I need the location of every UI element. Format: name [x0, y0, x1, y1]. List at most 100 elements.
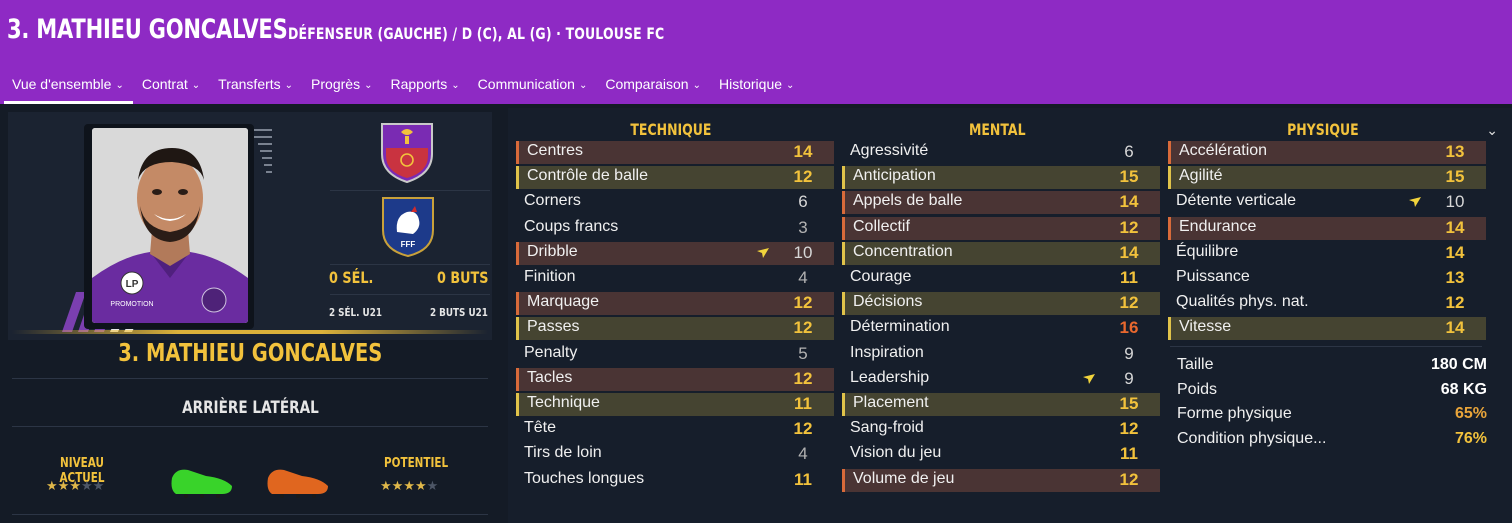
attribute-row[interactable]: Anticipation 15	[842, 166, 1160, 190]
divider	[330, 190, 490, 191]
tab-label: Progrès	[311, 76, 361, 92]
trend-up-arrow-icon	[1083, 373, 1095, 384]
chevron-down-icon: ⌄	[786, 80, 795, 91]
attribute-row[interactable]: Qualités phys. nat. 12	[1168, 292, 1486, 315]
attribute-row[interactable]: Finition 4	[516, 267, 834, 290]
attribute-value: 12	[793, 293, 813, 313]
attribute-row[interactable]: Agilité 15	[1168, 166, 1486, 190]
mental-heading: MENTAL	[834, 120, 1160, 139]
attribute-row[interactable]: Collectif 12	[842, 216, 1160, 240]
attribute-row[interactable]: Courage 11	[842, 267, 1160, 290]
chevron-down-icon[interactable]: ⌄	[1486, 122, 1498, 139]
attribute-label: Vitesse	[1179, 318, 1232, 336]
attribute-row[interactable]: Coups francs 3	[516, 217, 834, 240]
attribute-row[interactable]: Tête 12	[516, 418, 834, 441]
attribute-row[interactable]: Contrôle de balle 12	[516, 166, 834, 190]
physical-detail-label: Poids	[1177, 380, 1218, 398]
attributes-panel: TECHNIQUE Centres 14 Contrôle de balle 12 Co…	[508, 108, 1512, 523]
attribute-row[interactable]: Tacles 12	[516, 367, 834, 391]
tab-communication[interactable]: Communication ⌄	[469, 66, 597, 104]
attribute-row[interactable]: Endurance 14	[1168, 216, 1486, 240]
attribute-label: Courage	[850, 268, 912, 285]
attribute-value: 9	[1124, 368, 1134, 388]
attribute-row[interactable]: Dribble 10	[516, 241, 834, 265]
attribute-label: Appels de balle	[853, 192, 963, 210]
attribute-label: Puissance	[1176, 268, 1250, 285]
divider	[330, 294, 490, 295]
attribute-row[interactable]: Vitesse 14	[1168, 317, 1486, 341]
attribute-value: 15	[1119, 394, 1139, 413]
attribute-row[interactable]: Détermination 16	[842, 317, 1160, 340]
attribute-row[interactable]: Puissance 13	[1168, 267, 1486, 290]
fff-rooster-crest-icon[interactable]: FFF	[377, 192, 439, 258]
star-icon: ★	[80, 478, 93, 493]
attribute-label: Volume de jeu	[853, 469, 955, 487]
attribute-label: Tacles	[527, 368, 573, 386]
trend-up-arrow-icon	[1409, 197, 1421, 208]
attribute-label: Endurance	[1179, 217, 1257, 235]
potential-ability-stars: ★★★★★	[380, 478, 438, 494]
name-underline	[12, 330, 488, 334]
attribute-row[interactable]: Détente verticale 10	[1168, 191, 1486, 214]
attribute-value: 4	[798, 268, 808, 287]
attribute-value: 13	[1445, 268, 1465, 287]
player-subtitle: DÉFENSEUR (GAUCHE) / D (C), AL (G) · TOU…	[288, 24, 665, 43]
attribute-label: Agilité	[1179, 167, 1223, 185]
attribute-row[interactable]: Équilibre 14	[1168, 242, 1486, 265]
divider	[1170, 346, 1482, 347]
attribute-row[interactable]: Passes 12	[516, 317, 834, 341]
technical-heading: TECHNIQUE	[508, 120, 834, 139]
tab-label: Historique	[718, 76, 783, 92]
attribute-row[interactable]: Vision du jeu 11	[842, 443, 1160, 466]
attribute-row[interactable]: Corners 6	[516, 191, 834, 214]
attribute-label: Penalty	[524, 343, 578, 361]
tab-history[interactable]: Historique ⌄	[710, 66, 803, 104]
attribute-row[interactable]: Technique 11	[516, 393, 834, 416]
attribute-row[interactable]: Tirs de loin 4	[516, 443, 834, 466]
physical-detail-row: Poids 68 KG	[1177, 381, 1487, 403]
attribute-value: 14	[1445, 217, 1465, 237]
player-role: ARRIÈRE LATÉRAL	[0, 398, 500, 418]
player-portrait-image: LP PROMOTION	[92, 128, 248, 323]
attribute-row[interactable]: Inspiration 9	[842, 343, 1160, 366]
chevron-down-icon: ⌄	[692, 80, 701, 91]
attribute-row[interactable]: Accélération 13	[1168, 141, 1486, 164]
attribute-label: Corners	[524, 192, 581, 210]
attribute-row[interactable]: Décisions 12	[842, 292, 1160, 316]
attribute-row[interactable]: Marquage 12	[516, 292, 834, 316]
tab-overview[interactable]: Vue d'ensemble ⌄	[0, 66, 133, 104]
attribute-row[interactable]: Appels de balle 14	[842, 191, 1160, 215]
football-boot-icon	[171, 469, 232, 498]
attribute-value: 10	[1445, 192, 1465, 212]
attribute-row[interactable]: Leadership 9	[842, 368, 1160, 391]
tab-contract[interactable]: Contrat ⌄	[133, 66, 209, 104]
tab-comparison[interactable]: Comparaison ⌄	[596, 66, 710, 104]
attribute-label: Leadership	[850, 368, 930, 386]
chevron-down-icon: ⌄	[451, 80, 460, 91]
page-header: 3. MATHIEU GONCALVES DÉFENSEUR (GAUCHE) …	[0, 0, 1512, 104]
caps-count: 0 SÉL.	[329, 268, 374, 287]
attribute-label: Passes	[527, 318, 580, 336]
mental-heading-text: MENTAL	[968, 120, 1026, 139]
attribute-value: 12	[1445, 293, 1465, 313]
attribute-row[interactable]: Concentration 14	[842, 241, 1160, 265]
tab-transfers[interactable]: Transferts ⌄	[209, 66, 302, 104]
attribute-row[interactable]: Agressivité 6	[842, 141, 1160, 164]
attribute-value: 11	[1120, 268, 1138, 287]
attribute-label: Détermination	[850, 318, 950, 336]
toulouse-fc-crest-icon[interactable]	[376, 118, 438, 184]
attribute-row[interactable]: Placement 15	[842, 393, 1160, 416]
attribute-label: Centres	[527, 142, 584, 159]
attribute-value: 11	[794, 469, 812, 489]
physical-heading: PHYSIQUE	[1160, 120, 1486, 139]
tab-reports[interactable]: Rapports ⌄	[381, 66, 468, 104]
attribute-value: 12	[1119, 217, 1139, 237]
attribute-row[interactable]: Centres 14	[516, 141, 834, 164]
attribute-row[interactable]: Touches longues 11	[516, 469, 834, 492]
attribute-row[interactable]: Volume de jeu 12	[842, 468, 1160, 492]
kit-logo-text: LP	[126, 279, 139, 290]
tab-progress[interactable]: Progrès ⌄	[302, 66, 381, 104]
physical-detail-row: Condition physique... 76%	[1177, 430, 1487, 452]
attribute-row[interactable]: Penalty 5	[516, 343, 834, 366]
attribute-row[interactable]: Sang-froid 12	[842, 418, 1160, 441]
